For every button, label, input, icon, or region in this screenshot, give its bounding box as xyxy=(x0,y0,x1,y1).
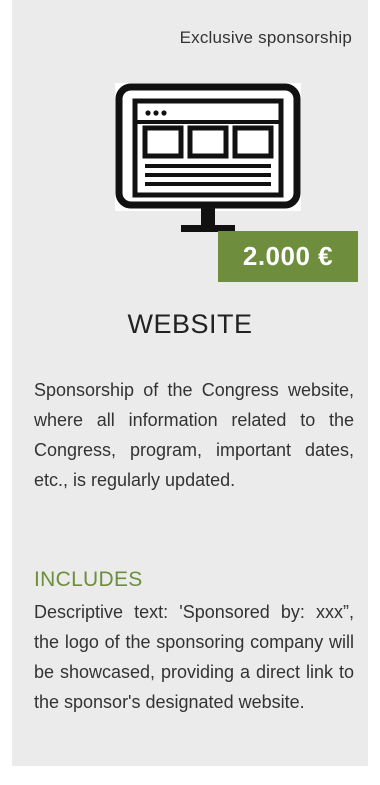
exclusive-tag: Exclusive sponsorship xyxy=(179,28,352,47)
sponsorship-card: Exclusive sponsorship 2.000 € WEBSITE Sp… xyxy=(12,0,368,766)
includes-heading: INCLUDES xyxy=(34,568,143,591)
card-description: Sponsorship of the Congress website, whe… xyxy=(34,380,354,490)
includes-description: Descriptive text: 'Sponsored by: xxx”, t… xyxy=(34,602,354,712)
price-badge: 2.000 € xyxy=(218,231,358,282)
monitor-website-icon xyxy=(115,83,301,241)
card-title: WEBSITE xyxy=(127,309,253,339)
